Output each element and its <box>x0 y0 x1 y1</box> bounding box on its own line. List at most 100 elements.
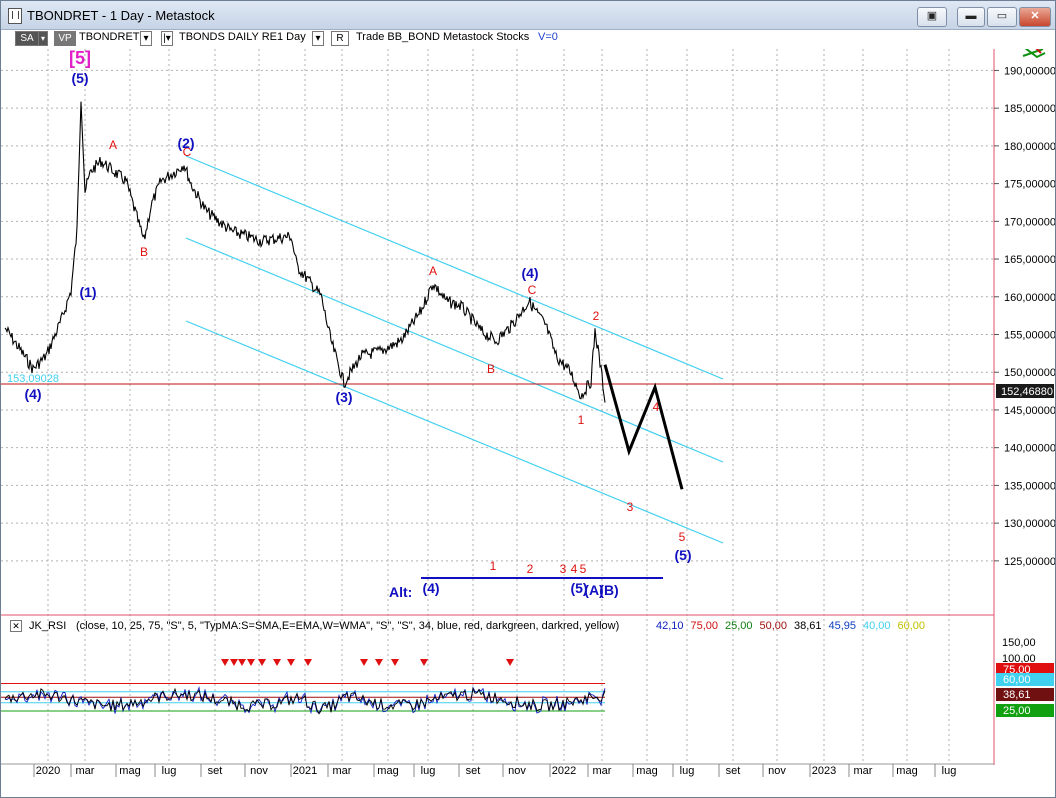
y-tick-label: 185,000000 <box>1004 103 1055 115</box>
security-list-icon[interactable]: |▾ <box>161 31 173 46</box>
y-tick-label: 165,000000 <box>1004 254 1055 266</box>
wave-label-blue: (1) <box>79 284 96 300</box>
y-tick-label: 135,000000 <box>1004 480 1055 492</box>
wave-label-blue: (4) <box>521 265 538 281</box>
rsi-signal-arrow <box>273 659 281 666</box>
wave-label-blue: (5) <box>71 70 88 86</box>
wave-label-red: C <box>528 283 537 297</box>
x-tick-label: lug <box>421 765 436 777</box>
source-info: Trade BB_BOND Metastock Stocks <box>356 31 530 43</box>
wave-labels: ABCABC123451 2 3 4 5(5)(1)(2)(3)(4)(4)(5)(4)… <box>7 49 1054 600</box>
x-tick-label: lug <box>680 765 695 777</box>
wave-label-blue: (5) <box>674 547 691 563</box>
price-chart[interactable]: 195,000000190,000000185,000000180,000000… <box>1 49 1055 797</box>
rsi-header-value: 25,00 <box>725 620 753 632</box>
toolbox-icon <box>1022 49 1046 59</box>
y-tick-label: 130,000000 <box>1004 518 1055 530</box>
x-tick-label: set <box>726 765 741 777</box>
document-icon <box>8 8 22 24</box>
channel-line <box>185 320 724 544</box>
rsi-signal-arrow <box>221 659 229 666</box>
price-series <box>4 101 606 403</box>
rsi-panel: 150,00100,0075,0060,0038,6125,00 <box>1 637 1054 717</box>
x-tick-label: mar <box>854 765 873 777</box>
x-tick-label: mar <box>76 765 95 777</box>
wave-label-red: 2 <box>527 562 534 576</box>
rsi-signal-arrow <box>391 659 399 666</box>
y-tick-label: 140,000000 <box>1004 443 1055 455</box>
rsi-close-icon[interactable]: ✕ <box>10 620 22 632</box>
description-label: TBONDS DAILY RE <box>179 31 278 43</box>
channel-line <box>185 155 724 380</box>
sa-dropdown-icon[interactable]: ▾ <box>38 31 48 46</box>
rsi-header-value: 50,00 <box>759 620 788 632</box>
rsi-signal-arrow <box>247 659 255 666</box>
rsi-value-badge-text: 25,00 <box>1003 705 1031 717</box>
wave-label-red: A <box>429 264 437 278</box>
period-dropdown-icon[interactable]: ▾ <box>312 31 324 46</box>
rsi-signal-arrow <box>360 659 368 666</box>
title-bar[interactable]: TBONDRET - 1 Day - Metastock ▣ ▬ ▭ ✕ <box>1 1 1055 30</box>
wave-label-red: 1 <box>578 413 585 427</box>
x-tick-label: set <box>466 765 481 777</box>
x-tick-label: 2020 <box>36 765 60 777</box>
price-axis: 195,000000190,000000185,000000180,000000… <box>994 65 1055 568</box>
rsi-header-value: 75,00 <box>690 620 719 632</box>
wave-label-red: 5 <box>679 530 686 544</box>
time-axis: 2020 mar mag lug set nov 2021 mar mag lug set nov 20… <box>33 764 956 777</box>
rsi-signal-arrow <box>420 659 428 666</box>
x-tick-label: mag <box>119 765 140 777</box>
rsi-signal-arrow <box>230 659 238 666</box>
x-tick-label: nov <box>250 765 268 777</box>
major-wave-label: [5] <box>69 49 91 68</box>
rsi-signal-arrow <box>506 659 514 666</box>
wave-label-blue: (2) <box>177 135 194 151</box>
wave-label-red: 4 <box>653 400 660 414</box>
wave-label-blue: (3) <box>335 389 352 405</box>
close-button[interactable]: ✕ <box>1019 7 1051 27</box>
rsi-value-badge-text: 38,61 <box>1003 689 1031 701</box>
wave-label-red: 3 <box>560 562 567 576</box>
minimize-button[interactable]: ▬ <box>957 7 985 27</box>
wave-label-red: 1 <box>490 559 497 573</box>
rsi-signal-arrow <box>238 659 246 666</box>
rsi-signal-arrow <box>287 659 295 666</box>
rsi-params: (close, 10, 25, 75, "S", 5, "TypMA:S=SMA… <box>76 620 620 632</box>
wave-label-red: 4 <box>571 562 578 576</box>
current-price-text: 152,46880 <box>1001 386 1053 398</box>
chart-grid <box>1 49 994 764</box>
rsi-header-value: 45,95 <box>828 620 857 632</box>
channel-line <box>185 237 724 463</box>
x-tick-label: mag <box>896 765 917 777</box>
y-tick-label: 145,000000 <box>1004 405 1055 417</box>
sa-button[interactable]: SA <box>15 31 39 46</box>
y-tick-label: 175,000000 <box>1004 179 1055 191</box>
wave-label-red: 5 <box>580 562 587 576</box>
y-tick-label: 170,000000 <box>1004 216 1055 228</box>
y-tick-label: 125,000000 <box>1004 556 1055 568</box>
y-tick-label: 180,000000 <box>1004 141 1055 153</box>
wave-label-red: B <box>487 362 495 376</box>
y-tick-label: 160,000000 <box>1004 292 1055 304</box>
y-tick-label: 150,000000 <box>1004 367 1055 379</box>
x-tick-label: nov <box>508 765 526 777</box>
restore-document-button[interactable]: ▣ <box>917 7 947 27</box>
y-tick-label: 155,000000 <box>1004 330 1055 342</box>
window-title: TBONDRET - 1 Day - Metastock <box>27 8 215 23</box>
rsi-header-value: 42,10 <box>656 620 684 632</box>
x-tick-label: nov <box>768 765 786 777</box>
drawing-tool-icon <box>1022 49 1046 59</box>
x-tick-label: set <box>208 765 223 777</box>
wave-label-blue: (4) <box>422 580 439 596</box>
symbol-dropdown-icon[interactable]: ▾ <box>140 31 152 46</box>
maximize-button[interactable]: ▭ <box>987 7 1017 27</box>
rsi-header-value: 40,00 <box>863 620 891 632</box>
vp-button[interactable]: VP <box>54 31 76 46</box>
rsi-header: ✕ JK_RSI (close, 10, 25, 75, "S", 5, "Ty… <box>1 618 994 636</box>
wave-label-red: A <box>109 138 117 152</box>
metastock-window: TBONDRET - 1 Day - Metastock ▣ ▬ ▭ ✕ SA … <box>0 0 1056 798</box>
rsi-name: JK_RSI <box>29 620 67 632</box>
r-button[interactable]: R <box>331 31 349 46</box>
rsi-value-badge-text: 60,00 <box>1003 674 1031 686</box>
chart-toolbar: SA ▾ VP TBONDRET ▾ |▾ TBONDS DAILY RE 1 … <box>1 29 994 49</box>
